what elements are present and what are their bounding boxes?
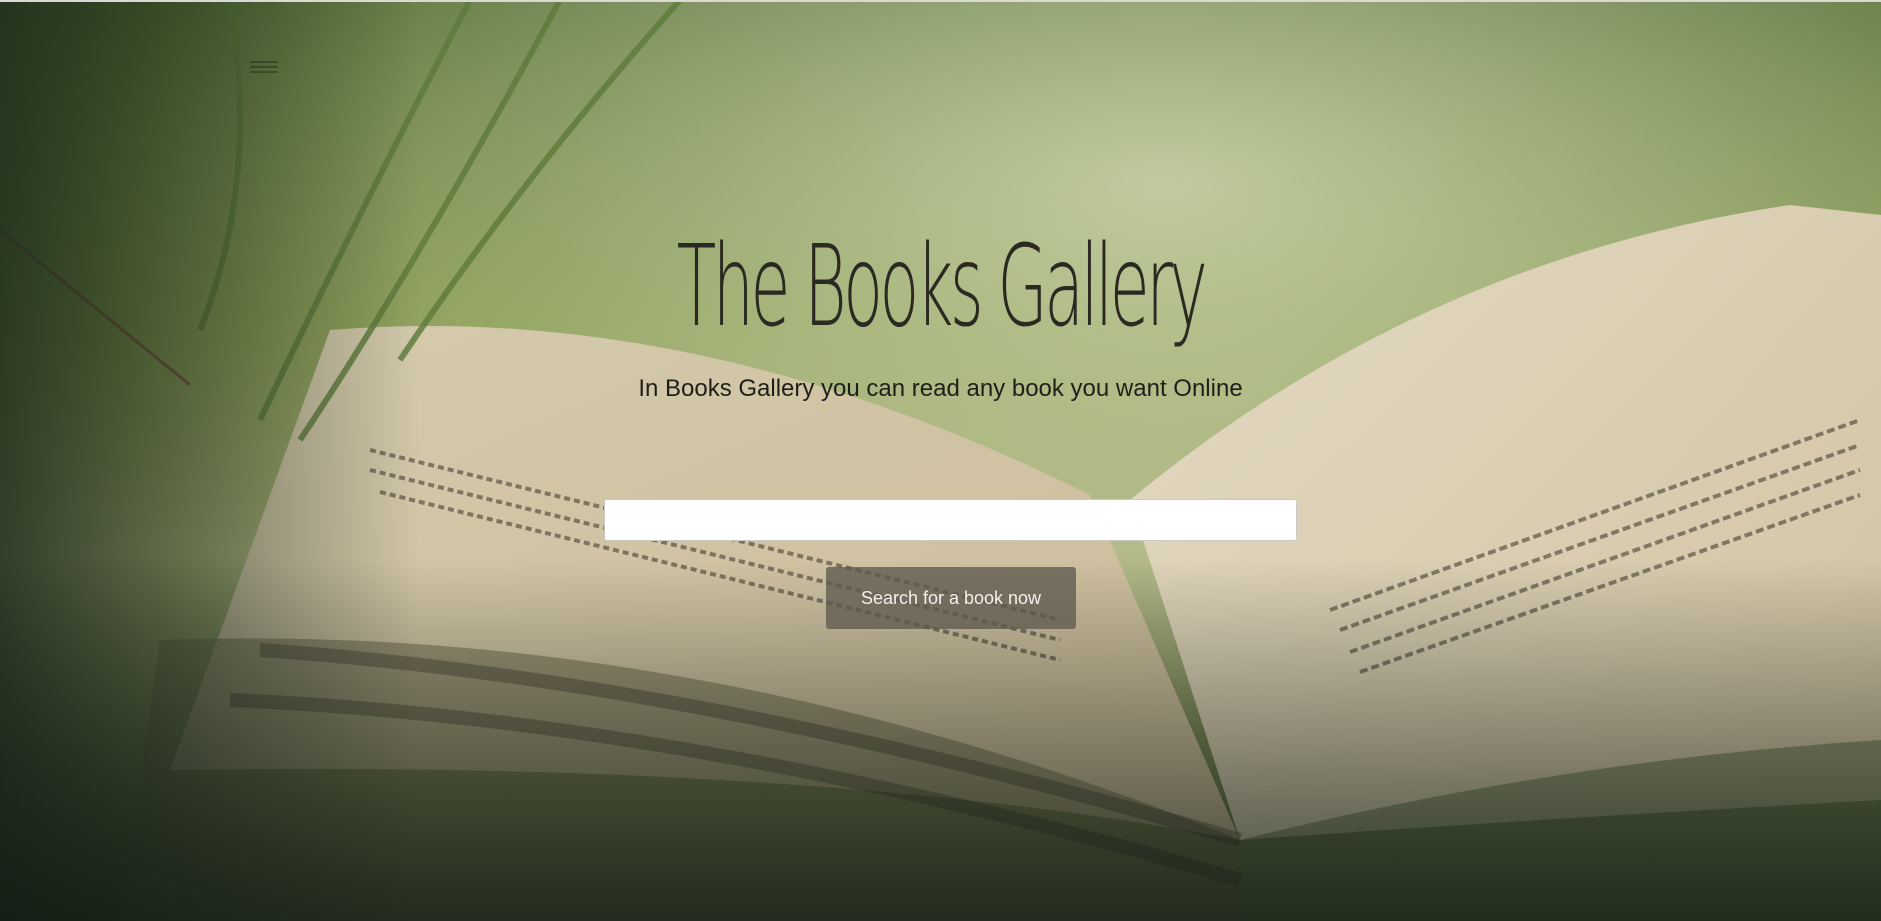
hamburger-menu-icon[interactable]: [246, 58, 282, 80]
hero-section: The Books Gallery In Books Gallery you c…: [0, 0, 1881, 921]
menu-bar: [250, 66, 278, 68]
page-title: The Books Gallery: [676, 222, 1208, 352]
search-input[interactable]: [604, 499, 1297, 541]
search-button[interactable]: Search for a book now: [826, 567, 1076, 629]
page-subtitle: In Books Gallery you can read any book y…: [638, 375, 1243, 402]
background-photo: [0, 0, 1881, 921]
menu-bar: [250, 71, 278, 73]
menu-bar: [250, 61, 278, 63]
top-border: [0, 0, 1881, 2]
